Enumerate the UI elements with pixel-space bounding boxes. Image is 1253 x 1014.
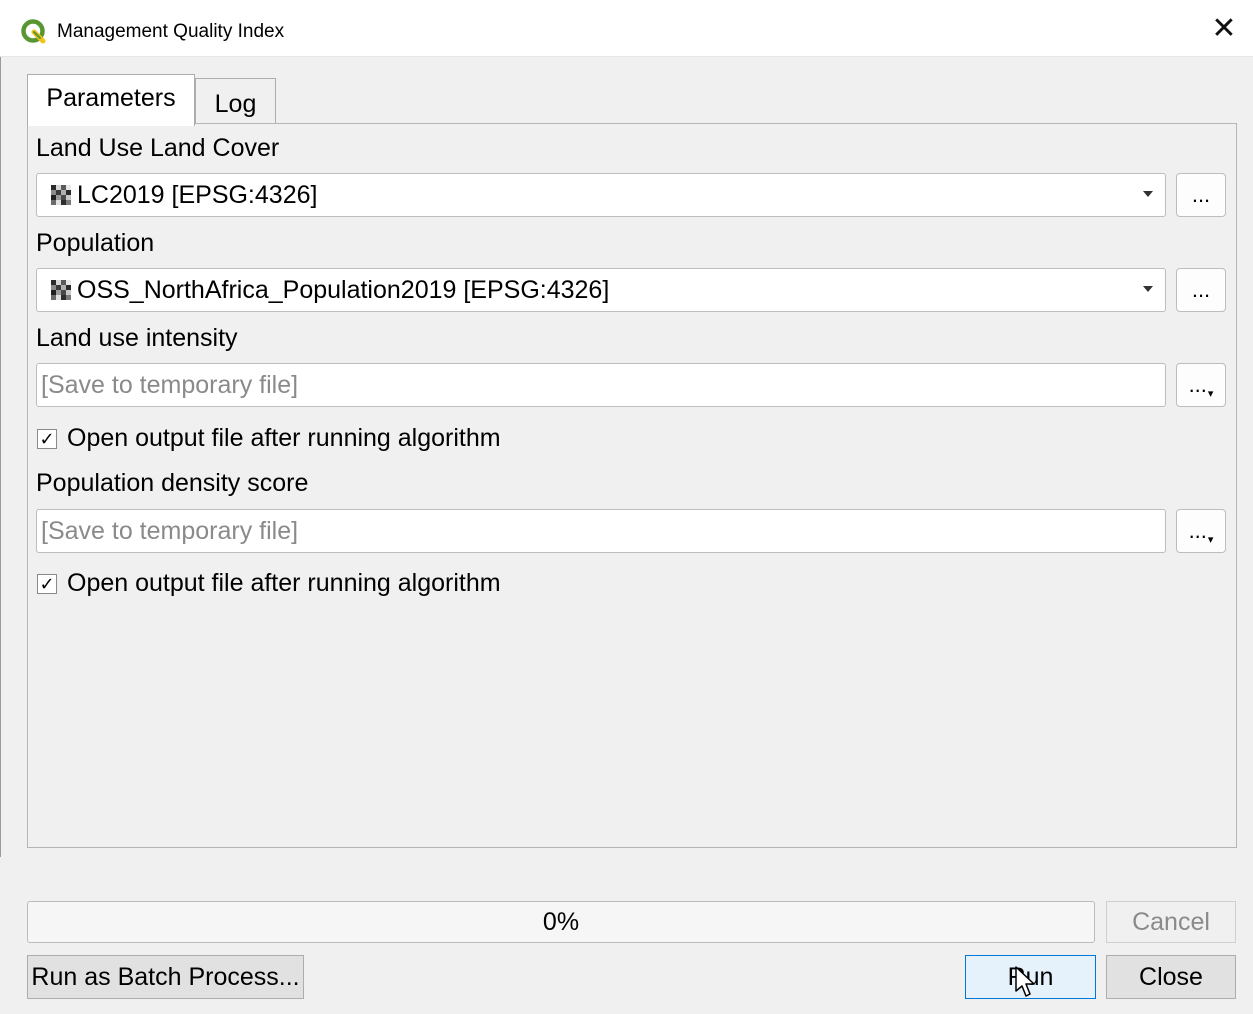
population-combobox[interactable]: OSS_NorthAfrica_Population2019 [EPSG:432… [36, 268, 1166, 312]
checkmark-icon: ✓ [39, 573, 55, 594]
intensity-output-menu-button[interactable]: ... ▾ [1176, 363, 1226, 407]
qgis-logo-icon [21, 19, 46, 44]
cancel-button[interactable]: Cancel [1106, 901, 1236, 943]
population-value: OSS_NorthAfrica_Population2019 [EPSG:432… [77, 275, 610, 304]
menu-arrow-icon: ▾ [1207, 388, 1214, 400]
progress-bar: 0% [27, 901, 1095, 943]
density-output-input[interactable] [37, 510, 1165, 552]
raster-layer-icon [51, 280, 71, 300]
browse-dots: ... [1188, 372, 1207, 397]
close-button[interactable]: Close [1106, 955, 1236, 999]
population-browse-button[interactable]: ... [1176, 268, 1226, 312]
density-open-output-label: Open output file after running algorithm [67, 569, 501, 597]
density-output-field[interactable] [36, 509, 1166, 553]
land-use-browse-button[interactable]: ... [1176, 173, 1226, 217]
title-bar: Management Quality Index ✕ [0, 0, 1253, 57]
land-use-value: LC2019 [EPSG:4326] [77, 180, 318, 209]
intensity-label: Land use intensity [36, 324, 238, 352]
browse-dots: ... [1188, 518, 1207, 543]
run-button[interactable]: Run [965, 955, 1096, 999]
progress-text: 0% [542, 907, 580, 936]
run-as-batch-button[interactable]: Run as Batch Process... [27, 955, 304, 999]
window-left-edge [0, 57, 4, 857]
density-label: Population density score [36, 469, 309, 497]
tab-parameters[interactable]: Parameters [27, 74, 195, 126]
chevron-down-icon[interactable] [1143, 286, 1153, 292]
density-output-menu-button[interactable]: ... ▾ [1176, 509, 1226, 553]
density-open-output-row[interactable]: ✓ Open output file after running algorit… [37, 569, 501, 598]
window-close-icon[interactable]: ✕ [1195, 0, 1253, 57]
land-use-label: Land Use Land Cover [36, 134, 280, 162]
intensity-open-output-label: Open output file after running algorithm [67, 424, 501, 452]
intensity-output-input[interactable] [37, 364, 1165, 406]
window-title: Management Quality Index [57, 21, 285, 42]
density-open-output-checkbox[interactable]: ✓ [37, 573, 57, 594]
chevron-down-icon[interactable] [1143, 191, 1153, 197]
checkmark-icon: ✓ [39, 428, 55, 449]
population-label: Population [36, 229, 155, 257]
menu-arrow-icon: ▾ [1207, 534, 1214, 546]
intensity-output-field[interactable] [36, 363, 1166, 407]
raster-layer-icon [51, 185, 71, 205]
intensity-open-output-checkbox[interactable]: ✓ [37, 428, 57, 449]
intensity-open-output-row[interactable]: ✓ Open output file after running algorit… [37, 424, 501, 453]
land-use-combobox[interactable]: LC2019 [EPSG:4326] [36, 173, 1166, 217]
tab-log[interactable]: Log [195, 78, 276, 123]
